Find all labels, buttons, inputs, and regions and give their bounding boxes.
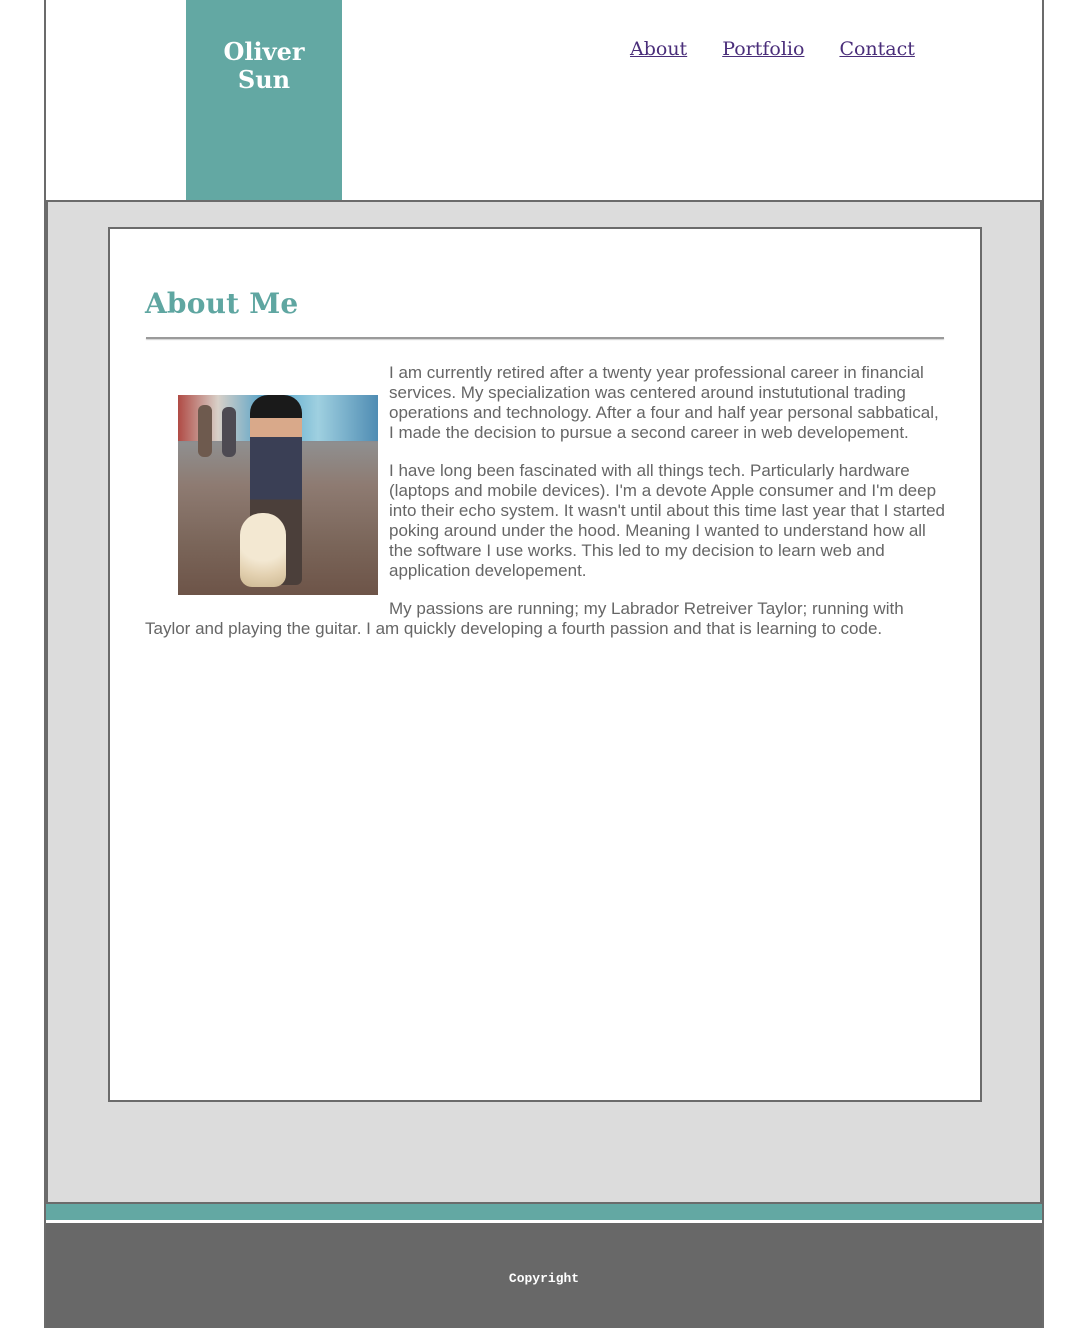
divider (146, 337, 944, 339)
page-frame: Oliver Sun About Portfolio Contact About M… (44, 0, 1044, 1328)
logo[interactable]: Oliver Sun (186, 0, 342, 200)
photo-dog (240, 513, 286, 587)
about-paragraph-3: My passions are running; my Labrador Ret… (145, 599, 904, 638)
logo-text: Oliver Sun (186, 38, 342, 94)
main-nav: About Portfolio Contact (630, 38, 950, 60)
page-title: About Me (145, 287, 299, 320)
footer-accent-stripe (46, 1204, 1042, 1220)
nav-link-about[interactable]: About (630, 38, 687, 60)
copyright-text: Copyright (508, 1271, 580, 1286)
logo-last-name: Sun (237, 65, 291, 94)
photo-pedestrian (222, 407, 236, 457)
nav-link-portfolio[interactable]: Portfolio (722, 38, 804, 60)
site-footer: Copyright (46, 1223, 1042, 1328)
about-card: About Me I am currently retired after a … (108, 227, 982, 1102)
main-section: About Me I am currently retired after a … (46, 200, 1042, 1204)
logo-first-name: Oliver (223, 37, 305, 66)
nav-link-contact[interactable]: Contact (839, 38, 914, 60)
profile-photo (178, 395, 378, 595)
photo-pedestrian (198, 405, 212, 457)
about-content: I am currently retired after a twenty ye… (145, 363, 945, 657)
site-header: Oliver Sun About Portfolio Contact (46, 0, 1042, 200)
